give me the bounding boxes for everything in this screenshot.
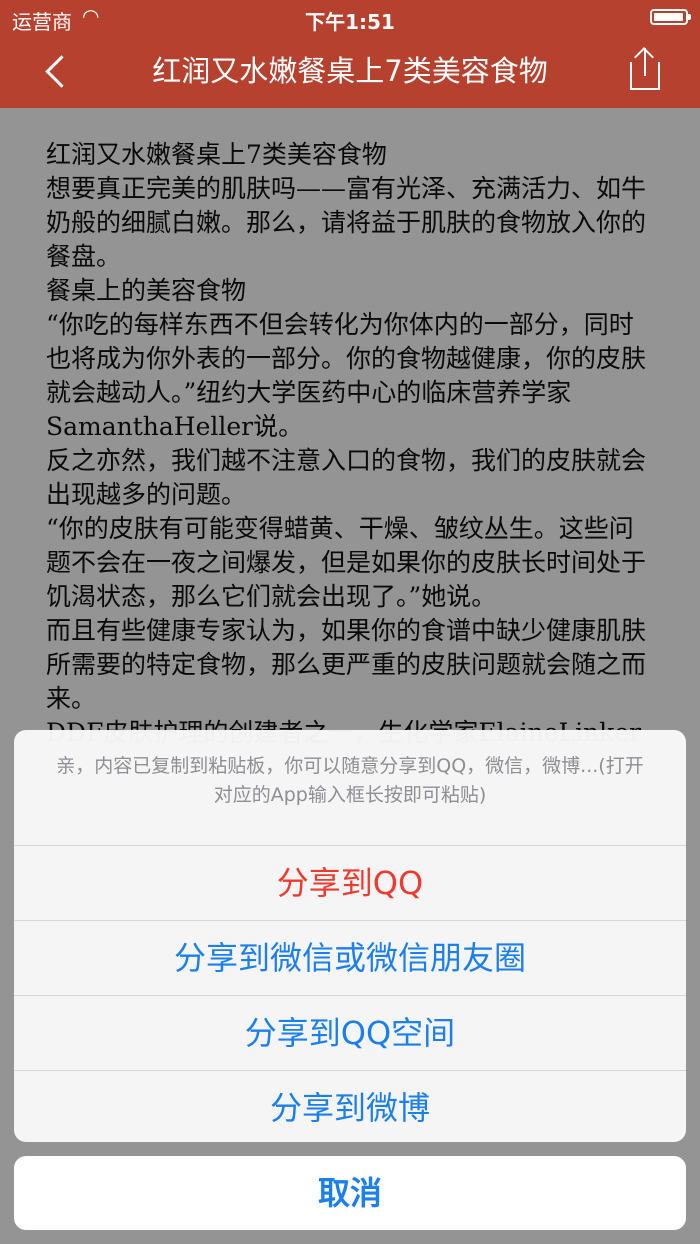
share-qq-button[interactable]: 分享到QQ <box>14 846 686 921</box>
action-sheet-message: 亲，内容已复制到粘贴板，你可以随意分享到QQ，微信，微博...(打开对应的App… <box>14 730 686 846</box>
back-chevron-icon[interactable] <box>40 50 70 90</box>
status-bar: 运营商 ◠ 下午1:51 <box>0 0 700 36</box>
status-time: 下午1:51 <box>305 10 395 34</box>
share-wechat-button[interactable]: 分享到微信或微信朋友圈 <box>14 921 686 996</box>
battery-icon <box>650 9 691 25</box>
share-weibo-button[interactable]: 分享到微博 <box>14 1071 686 1142</box>
share-icon[interactable] <box>628 48 664 92</box>
top-bar: 运营商 ◠ 下午1:51 红润又水嫩餐桌上7类美容食物 <box>0 0 700 108</box>
share-action-sheet: 亲，内容已复制到粘贴板，你可以随意分享到QQ，微信，微博...(打开对应的App… <box>14 730 686 1142</box>
navigation-bar: 红润又水嫩餐桌上7类美容食物 <box>0 36 700 108</box>
nav-title: 红润又水嫩餐桌上7类美容食物 <box>152 54 548 88</box>
cancel-button[interactable]: 取消 <box>14 1156 686 1230</box>
share-qzone-button[interactable]: 分享到QQ空间 <box>14 996 686 1071</box>
